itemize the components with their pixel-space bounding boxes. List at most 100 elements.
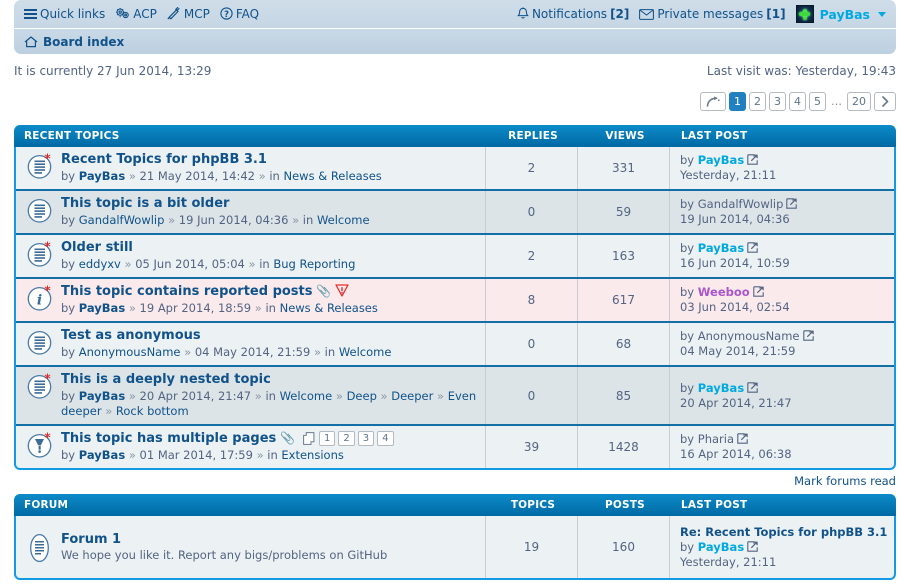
goto-last-post-icon[interactable] (744, 540, 758, 554)
topic-announce-unread-icon[interactable]: * (26, 432, 53, 459)
topic-date: 19 Apr 2014, 18:59 (139, 301, 252, 315)
table-row[interactable]: Test as anonymous by AnonymousName » 04 M… (16, 323, 894, 367)
last-post-author-link[interactable]: Pharia (698, 432, 734, 446)
forum-path-link[interactable]: News & Releases (280, 301, 378, 315)
forum-last-post-time: Yesterday, 21:11 (680, 554, 777, 569)
table-row[interactable]: * Older still by eddyxv » 05 Jun 2014, 05:… (16, 235, 894, 279)
column-header-views: VIEWS (605, 130, 645, 142)
topic-page-button[interactable]: 4 (377, 431, 394, 446)
forum-path-link[interactable]: Deep (347, 389, 377, 403)
last-post-author-link[interactable]: PayBas (698, 381, 744, 395)
next-page-button[interactable] (874, 92, 896, 111)
topic-title-link[interactable]: Older still (61, 240, 133, 255)
topic-title-link[interactable]: This topic is a bit older (61, 196, 229, 211)
envelope-icon (639, 7, 655, 21)
forum-path-link[interactable]: Welcome (339, 345, 392, 359)
topic-mini-pagination[interactable]: 1234 (303, 431, 394, 446)
last-post-by-label: by (680, 241, 698, 255)
page-button-3[interactable]: 3 (769, 92, 786, 111)
chevron-right-icon (881, 96, 888, 107)
quick-links-button[interactable]: Quick links (24, 7, 105, 21)
topic-author-link[interactable]: PayBas (79, 389, 125, 403)
page-button-last[interactable]: 20 (847, 92, 871, 111)
forum-block: FORUM TOPICS POSTS LAST POST Forum 1 We h… (14, 494, 896, 580)
forum-read-icon[interactable] (26, 533, 53, 563)
svg-text:?: ? (224, 9, 229, 19)
topic-views-count: 331 (577, 147, 669, 189)
user-menu-button[interactable]: PayBas (795, 5, 886, 23)
goto-last-post-icon[interactable] (744, 153, 758, 167)
topic-info-unread-icon[interactable]: i * (26, 285, 53, 312)
topic-page-button[interactable]: 3 (357, 431, 375, 446)
topic-author-link[interactable]: PayBas (79, 169, 125, 183)
mark-forums-read-link[interactable]: Mark forums read (794, 474, 896, 488)
forum-path-link[interactable]: Welcome (280, 389, 333, 403)
topic-author-link[interactable]: PayBas (79, 301, 125, 315)
topic-cell: * Recent Topics for phpBB 3.1 by PayBas » … (16, 147, 485, 189)
topic-read-icon[interactable] (26, 197, 53, 224)
forum-row[interactable]: Forum 1 We hope you like it. Report any b… (16, 516, 894, 578)
topic-author-link[interactable]: eddyxv (79, 257, 121, 271)
forum-description: We hope you like it. Report any bigs/pro… (61, 547, 388, 562)
forum-last-post-by-label: by (680, 539, 698, 554)
topic-author-link[interactable]: PayBas (79, 448, 125, 462)
last-post-author-link[interactable]: Weeboo (698, 285, 750, 299)
topic-title-link[interactable]: Recent Topics for phpBB 3.1 (61, 152, 267, 167)
hamburger-icon (24, 9, 37, 19)
topic-unread-icon[interactable]: * (26, 153, 53, 180)
page-button-2[interactable]: 2 (749, 92, 766, 111)
topic-date: 01 Mar 2014, 17:59 (139, 448, 253, 462)
breadcrumb-board-index[interactable]: Board index (24, 35, 124, 49)
forum-path-link[interactable]: Extensions (281, 448, 343, 462)
forum-path-link[interactable]: News & Releases (283, 169, 381, 183)
last-post-author-link[interactable]: PayBas (698, 241, 744, 255)
forum-path-link[interactable]: Rock bottom (116, 404, 189, 418)
bell-icon (516, 7, 529, 21)
topic-unread-icon[interactable]: * (26, 241, 53, 268)
table-row[interactable]: * This is a deeply nested topic by PayBas … (16, 367, 894, 426)
goto-last-post-icon[interactable] (734, 432, 748, 446)
page-button-4[interactable]: 4 (789, 92, 806, 111)
goto-last-post-icon[interactable] (783, 197, 798, 211)
page-button-5[interactable]: 5 (809, 92, 826, 111)
page-button-1[interactable]: 1 (729, 92, 746, 111)
jump-to-page-button[interactable] (700, 92, 726, 111)
topic-last-post-cell: by GandalfWowlip 19 Jun 2014, 04:36 (669, 191, 894, 233)
topic-title-link[interactable]: This topic has multiple pages (61, 431, 276, 446)
notifications-link[interactable]: Notifications [2] (516, 7, 629, 21)
topic-title-link[interactable]: Test as anonymous (61, 328, 201, 343)
wrench-icon (167, 7, 181, 21)
topic-title-link[interactable]: This topic contains reported posts (61, 284, 313, 299)
paperclip-icon: 📎 (312, 284, 332, 298)
topic-in-label: in (259, 257, 274, 271)
goto-last-post-icon[interactable] (750, 285, 764, 299)
topic-author-link[interactable]: GandalfWowlip (79, 213, 165, 227)
last-post-author-link[interactable]: GandalfWowlip (698, 197, 784, 211)
topic-title-link[interactable]: This is a deeply nested topic (61, 372, 271, 387)
table-row[interactable]: i * This topic contains reported posts 📎 by… (16, 279, 894, 323)
topic-unread-icon[interactable]: * (26, 373, 53, 400)
last-post-author-link[interactable]: AnonymousName (698, 329, 800, 343)
goto-last-post-icon[interactable] (744, 241, 758, 255)
table-row[interactable]: This topic is a bit older by GandalfWowli… (16, 191, 894, 235)
faq-link[interactable]: ? FAQ (220, 7, 259, 21)
mcp-link[interactable]: MCP (167, 7, 210, 21)
last-post-by-label: by (680, 432, 698, 446)
forum-last-post-title-link[interactable]: Re: Recent Topics for phpBB 3.1 (680, 525, 894, 540)
goto-last-post-icon[interactable] (744, 381, 758, 395)
topic-read-icon[interactable] (26, 329, 53, 356)
topic-page-button[interactable]: 1 (319, 431, 336, 446)
topic-author-link[interactable]: AnonymousName (79, 345, 181, 359)
table-row[interactable]: * This topic has multiple pages 📎 1 2 3 4 by P… (16, 426, 894, 468)
goto-last-post-icon[interactable] (800, 329, 814, 343)
forum-path-link[interactable]: Welcome (317, 213, 370, 227)
forum-title-link[interactable]: Forum 1 (61, 532, 121, 547)
topic-page-button[interactable]: 2 (338, 431, 355, 446)
last-post-author-link[interactable]: PayBas (698, 153, 744, 167)
acp-link[interactable]: ACP (115, 7, 157, 21)
forum-path-link[interactable]: Bug Reporting (273, 257, 355, 271)
forum-path-link[interactable]: Deeper (391, 389, 433, 403)
table-row[interactable]: * Recent Topics for phpBB 3.1 by PayBas » … (16, 147, 894, 191)
private-messages-link[interactable]: Private messages [1] (639, 7, 786, 21)
forum-last-post-author-link[interactable]: PayBas (698, 540, 744, 554)
